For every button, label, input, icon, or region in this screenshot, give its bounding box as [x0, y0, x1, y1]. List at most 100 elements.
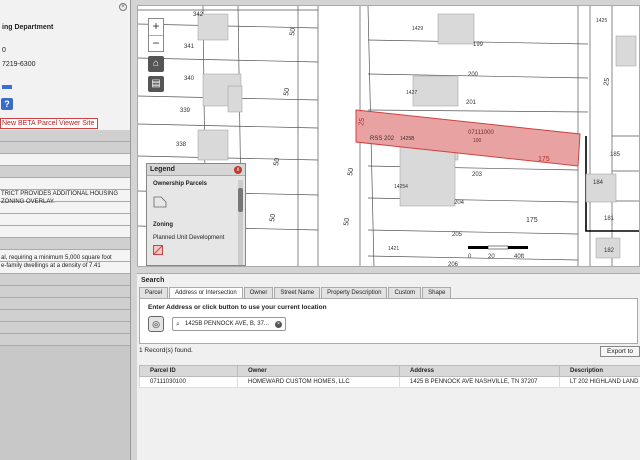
locate-me-button[interactable]: ◎ — [148, 316, 164, 332]
phone-line-1: 0 — [2, 47, 6, 54]
info-row — [0, 226, 130, 238]
results-count: 1 Record(s) found. — [139, 347, 193, 354]
info-row — [0, 274, 130, 286]
tab-custom[interactable]: Custom — [388, 287, 422, 298]
legend-section-zoning: Zoning — [153, 222, 173, 228]
zoning-text-line: TRICT PROVIDES ADDITIONAL HOUSING — [1, 191, 119, 197]
map-label-lot: 201 — [466, 100, 477, 106]
info-row — [0, 286, 130, 298]
scale-label: 40ft — [514, 254, 524, 260]
map-label-dim: 50 — [273, 157, 281, 166]
info-row — [0, 178, 130, 190]
legend-item-pud: Planned Unit Development — [153, 235, 225, 241]
help-icon[interactable]: ? — [1, 98, 13, 110]
zoning-description: TRICT PROVIDES ADDITIONAL HOUSING ZONING… — [0, 190, 118, 206]
legend-section-ownership: Ownership Parcels — [153, 181, 208, 187]
home-icon[interactable]: ⌂ — [148, 56, 164, 72]
map-label-lot: 339 — [180, 108, 191, 114]
cell-parcel-id: 07111030100 — [139, 376, 238, 388]
legend-title: Legend — [147, 164, 245, 176]
map-label-dim: 25 — [603, 77, 611, 86]
zoning-requirements: al, requiring a minimum 5,000 square foo… — [0, 254, 112, 270]
info-rows — [0, 130, 130, 346]
tab-parcel[interactable]: Parcel — [139, 287, 169, 298]
column-header[interactable]: Description — [559, 365, 640, 377]
parcel-symbol-icon — [153, 196, 167, 208]
column-header[interactable]: Owner — [237, 365, 400, 377]
road — [600, 6, 610, 266]
beta-site-link[interactable]: New BETA Parcel Viewer Site — [0, 118, 98, 129]
legend-panel: Legend x Ownership Parcels Zoning Planne… — [146, 163, 246, 266]
tab-street-name[interactable]: Street Name — [274, 287, 321, 298]
search-title: Search — [141, 277, 165, 284]
info-row — [0, 154, 130, 166]
address-input[interactable]: ⌕ 1425B PENNOCK AVE, B, 37... × — [172, 317, 286, 331]
zoom-in-button[interactable]: + — [149, 19, 163, 35]
info-row — [0, 322, 130, 334]
map-label-parcel-id: 07111000 — [468, 130, 494, 136]
column-header[interactable]: Address — [399, 365, 560, 377]
tab-shape[interactable]: Shape — [422, 287, 452, 298]
map-label-dim: 50 — [269, 213, 277, 222]
road — [321, 6, 359, 266]
map-label-address: 1425 — [596, 18, 607, 24]
map-label-address: 1429 — [412, 26, 423, 32]
basemap-icon[interactable]: ▤ — [148, 76, 164, 92]
map-label-address: 1421 — [388, 246, 399, 252]
scale-bar — [468, 245, 528, 250]
zoning-req-line: al, requiring a minimum 5,000 square foo… — [1, 255, 112, 261]
zoom-control: + − — [148, 18, 164, 52]
map-label-lot: 338 — [176, 142, 187, 148]
map-label-lot: 200 — [468, 72, 479, 78]
cell-owner: HOMEWARD CUSTOM HOMES, LLC — [237, 376, 400, 388]
table-header-row: Parcel ID Owner Address Description — [139, 365, 640, 377]
tab-owner[interactable]: Owner — [243, 287, 274, 298]
table-row[interactable]: 07111030100 HOMEWARD CUSTOM HOMES, LLC 1… — [139, 376, 640, 388]
zoom-out-button[interactable]: − — [149, 35, 163, 51]
map-label-parcel-sub: 100 — [473, 138, 482, 144]
map-label-lot: 182 — [604, 248, 615, 254]
info-row — [0, 298, 130, 310]
map-label-lot: 203 — [472, 172, 483, 178]
map-label-lot: 199 — [473, 42, 484, 48]
panel-close-icon[interactable]: × — [119, 3, 127, 11]
search-prompt: Enter Address or click button to use you… — [148, 304, 327, 311]
department-name: ing Department — [2, 24, 54, 31]
map-label-address: 14254 — [394, 184, 408, 190]
map-label-dim: 50 — [289, 27, 297, 36]
info-row — [0, 130, 130, 142]
search-icon: ⌕ — [176, 321, 180, 328]
map-label-lot: 205 — [452, 232, 463, 238]
map-label-dim: 25 — [358, 117, 366, 126]
email-icon[interactable] — [2, 85, 12, 89]
search-tabs: Parcel Address or Intersection Owner Str… — [139, 287, 452, 298]
tab-address[interactable]: Address or Intersection — [169, 287, 243, 298]
zoning-text-line: ZONING OVERLAY. — [1, 199, 55, 205]
map-label-address: 1425B — [400, 136, 415, 142]
map-label-lot: 204 — [454, 200, 465, 206]
map-label-dim: 175 — [526, 217, 538, 224]
clear-icon[interactable]: × — [275, 321, 282, 328]
search-panel: Search Parcel Address or Intersection Ow… — [137, 273, 640, 460]
map-label-lot: 181 — [604, 216, 615, 222]
map-label-dim: 175 — [538, 156, 550, 163]
column-header[interactable]: Parcel ID — [139, 365, 238, 377]
map-label-dim: 50 — [343, 217, 351, 226]
map-label-address: 1427 — [406, 90, 417, 96]
map-label-dim: 50 — [283, 87, 291, 96]
map-label-lot: 341 — [184, 44, 195, 50]
legend-scrollbar[interactable] — [238, 180, 243, 265]
pud-symbol-icon — [153, 245, 163, 255]
export-button[interactable]: Export to — [600, 346, 640, 357]
map-label-lot: 185 — [610, 152, 621, 158]
tab-property-description[interactable]: Property Description — [321, 287, 388, 298]
info-row — [0, 142, 130, 154]
scale-label: 0 — [468, 254, 472, 260]
legend-close-icon[interactable]: x — [234, 166, 242, 174]
results-table: Parcel ID Owner Address Description 0711… — [139, 365, 640, 388]
address-value: 1425B PENNOCK AVE, B, 37... — [185, 321, 269, 327]
info-panel: × ing Department 0 7219-6300 ? New BETA … — [0, 0, 131, 460]
cell-description: LT 202 HIGHLAND LAND C — [559, 376, 640, 388]
map-label-lot: 342 — [193, 12, 204, 18]
info-row — [0, 214, 130, 226]
